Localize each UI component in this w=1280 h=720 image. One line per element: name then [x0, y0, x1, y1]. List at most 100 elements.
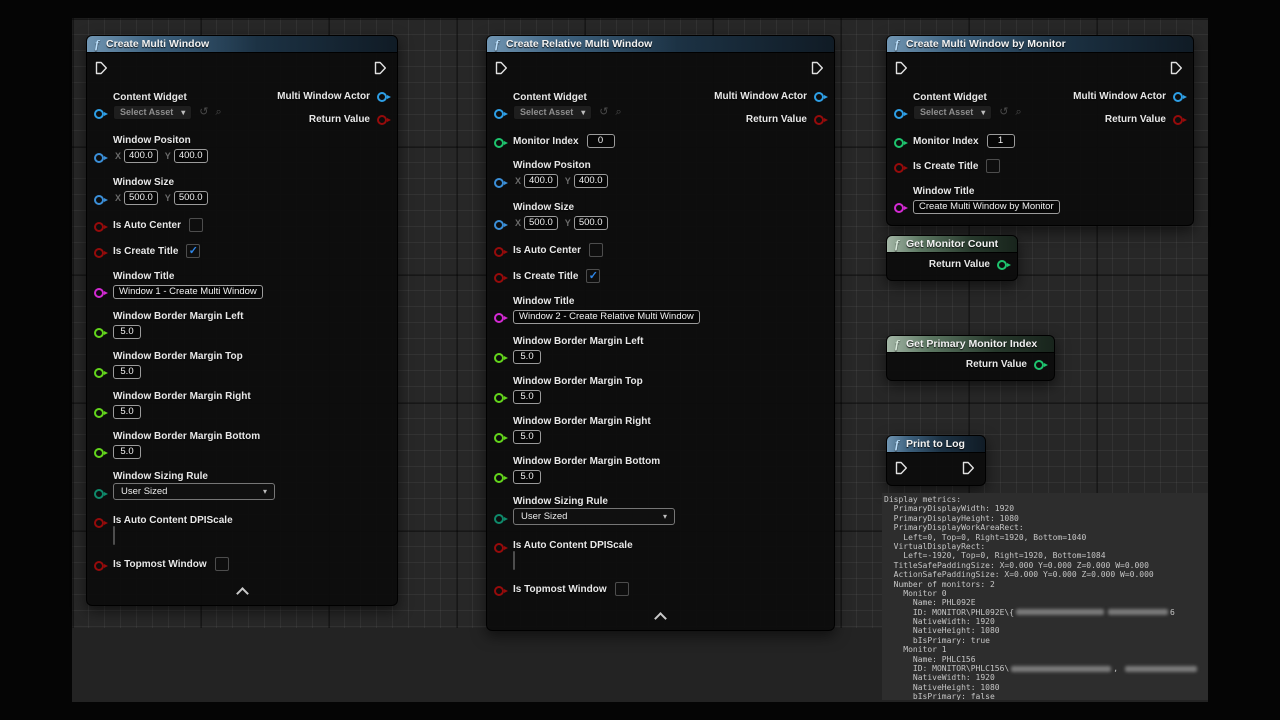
- is-auto-center-pin[interactable]: [494, 247, 504, 257]
- node-create-multi-window[interactable]: fCreate Multi WindowContent WidgetSelect…: [86, 35, 398, 606]
- exec-in-pin[interactable]: [895, 61, 908, 75]
- node-print-to-log[interactable]: fPrint to Log: [886, 435, 986, 486]
- is-auto-content-dpiscale-pin[interactable]: [494, 543, 504, 553]
- is-create-title-checkbox[interactable]: [986, 159, 1000, 173]
- return-value-pin[interactable]: [997, 260, 1007, 270]
- node-get-monitor-count[interactable]: fGet Monitor CountReturn Value: [886, 235, 1018, 281]
- window-positon-y-input[interactable]: 400.0: [574, 174, 608, 188]
- multi-window-actor-pin[interactable]: [814, 92, 824, 102]
- is-topmost-window-checkbox[interactable]: [615, 582, 629, 596]
- node-create-relative-multi-window[interactable]: fCreate Relative Multi WindowContent Wid…: [486, 35, 835, 631]
- is-create-title-pin[interactable]: [94, 248, 104, 258]
- window-positon-x-input[interactable]: 400.0: [524, 174, 558, 188]
- multi-window-actor-pin[interactable]: [377, 92, 387, 102]
- is-topmost-window-checkbox[interactable]: [215, 557, 229, 571]
- node-header[interactable]: fCreate Relative Multi Window: [487, 36, 834, 53]
- content-widget-pin[interactable]: [894, 109, 904, 119]
- window-border-margin-left-pin[interactable]: [94, 328, 104, 338]
- content-widget-pin[interactable]: [94, 109, 104, 119]
- window-positon-pin[interactable]: [94, 153, 104, 163]
- return-value-pin[interactable]: [1034, 360, 1044, 370]
- window-size-y-input[interactable]: 500.0: [174, 191, 208, 205]
- window-border-margin-bottom-input[interactable]: 5.0: [113, 445, 141, 459]
- window-title-input[interactable]: Window 2 - Create Relative Multi Window: [513, 310, 700, 324]
- is-auto-content-dpiscale-pin[interactable]: [94, 518, 104, 528]
- window-title-pin[interactable]: [494, 313, 504, 323]
- asset-picker-dropdown[interactable]: Select Asset▾: [513, 105, 592, 120]
- window-size-y-input[interactable]: 500.0: [574, 216, 608, 230]
- window-sizing-rule-dropdown[interactable]: User Sized▾: [513, 508, 675, 525]
- is-topmost-window-pin[interactable]: [494, 586, 504, 596]
- window-border-margin-bottom-pin[interactable]: [494, 473, 504, 483]
- exec-out-pin[interactable]: [374, 61, 387, 75]
- exec-in-pin[interactable]: [495, 61, 508, 75]
- window-title-input[interactable]: Create Multi Window by Monitor: [913, 200, 1060, 214]
- monitor-index-input[interactable]: 1: [987, 134, 1015, 148]
- window-border-margin-right-pin[interactable]: [94, 408, 104, 418]
- monitor-index-pin[interactable]: [894, 138, 904, 148]
- node-get-primary-monitor-index[interactable]: fGet Primary Monitor IndexReturn Value: [886, 335, 1055, 381]
- window-border-margin-left-input[interactable]: 5.0: [513, 350, 541, 364]
- window-title-input[interactable]: Window 1 - Create Multi Window: [113, 285, 263, 299]
- is-topmost-window-pin[interactable]: [94, 561, 104, 571]
- window-title-pin[interactable]: [94, 288, 104, 298]
- window-positon-pin[interactable]: [494, 178, 504, 188]
- window-border-margin-right-input[interactable]: 5.0: [513, 430, 541, 444]
- window-border-margin-left-input[interactable]: 5.0: [113, 325, 141, 339]
- window-border-margin-right-input[interactable]: 5.0: [113, 405, 141, 419]
- collapse-node-chevron[interactable]: [654, 612, 667, 625]
- monitor-index-input[interactable]: 0: [587, 134, 615, 148]
- node-header[interactable]: fCreate Multi Window by Monitor: [887, 36, 1193, 53]
- window-border-margin-top-pin[interactable]: [94, 368, 104, 378]
- use-asset-icon[interactable]: ↺: [599, 106, 608, 119]
- window-size-x-input[interactable]: 500.0: [524, 216, 558, 230]
- asset-picker-dropdown[interactable]: Select Asset▾: [913, 105, 992, 120]
- exec-in-pin[interactable]: [95, 61, 108, 75]
- node-header[interactable]: fGet Monitor Count: [887, 236, 1017, 253]
- window-border-margin-right-pin[interactable]: [494, 433, 504, 443]
- is-auto-center-pin[interactable]: [94, 222, 104, 232]
- window-sizing-rule-pin[interactable]: [494, 514, 504, 524]
- browse-asset-icon[interactable]: ⌕: [215, 106, 221, 119]
- is-auto-center-checkbox[interactable]: [589, 243, 603, 257]
- node-create-multi-window-by-monitor[interactable]: fCreate Multi Window by MonitorContent W…: [886, 35, 1194, 226]
- collapse-node-chevron[interactable]: [236, 587, 249, 600]
- window-border-margin-top-input[interactable]: 5.0: [513, 390, 541, 404]
- window-border-margin-bottom-input[interactable]: 5.0: [513, 470, 541, 484]
- window-positon-x-input[interactable]: 400.0: [124, 149, 158, 163]
- window-title-pin[interactable]: [894, 203, 904, 213]
- monitor-index-pin[interactable]: [494, 138, 504, 148]
- window-border-margin-top-input[interactable]: 5.0: [113, 365, 141, 379]
- window-size-pin[interactable]: [494, 220, 504, 230]
- window-sizing-rule-pin[interactable]: [94, 489, 104, 499]
- window-positon-y-input[interactable]: 400.0: [174, 149, 208, 163]
- is-create-title-checkbox[interactable]: [186, 244, 200, 258]
- is-auto-center-checkbox[interactable]: [189, 218, 203, 232]
- is-auto-content-dpiscale-checkbox[interactable]: [113, 526, 115, 545]
- browse-asset-icon[interactable]: ⌕: [615, 106, 621, 119]
- window-size-x-input[interactable]: 500.0: [124, 191, 158, 205]
- node-header[interactable]: fGet Primary Monitor Index: [887, 336, 1054, 353]
- is-create-title-checkbox[interactable]: [586, 269, 600, 283]
- multi-window-actor-pin[interactable]: [1173, 92, 1183, 102]
- return-value-pin[interactable]: [1173, 115, 1183, 125]
- window-size-pin[interactable]: [94, 195, 104, 205]
- node-header[interactable]: fCreate Multi Window: [87, 36, 397, 53]
- window-sizing-rule-dropdown[interactable]: User Sized▾: [113, 483, 275, 500]
- content-widget-pin[interactable]: [494, 109, 504, 119]
- use-asset-icon[interactable]: ↺: [999, 106, 1008, 119]
- return-value-pin[interactable]: [814, 115, 824, 125]
- asset-picker-dropdown[interactable]: Select Asset▾: [113, 105, 192, 120]
- exec-in-pin[interactable]: [895, 461, 908, 475]
- browse-asset-icon[interactable]: ⌕: [1015, 106, 1021, 119]
- window-border-margin-left-pin[interactable]: [494, 353, 504, 363]
- window-border-margin-top-pin[interactable]: [494, 393, 504, 403]
- is-create-title-pin[interactable]: [894, 163, 904, 173]
- use-asset-icon[interactable]: ↺: [199, 106, 208, 119]
- is-create-title-pin[interactable]: [494, 273, 504, 283]
- return-value-pin[interactable]: [377, 115, 387, 125]
- is-auto-content-dpiscale-checkbox[interactable]: [513, 551, 515, 570]
- exec-out-pin[interactable]: [811, 61, 824, 75]
- exec-out-pin[interactable]: [1170, 61, 1183, 75]
- node-header[interactable]: fPrint to Log: [887, 436, 985, 453]
